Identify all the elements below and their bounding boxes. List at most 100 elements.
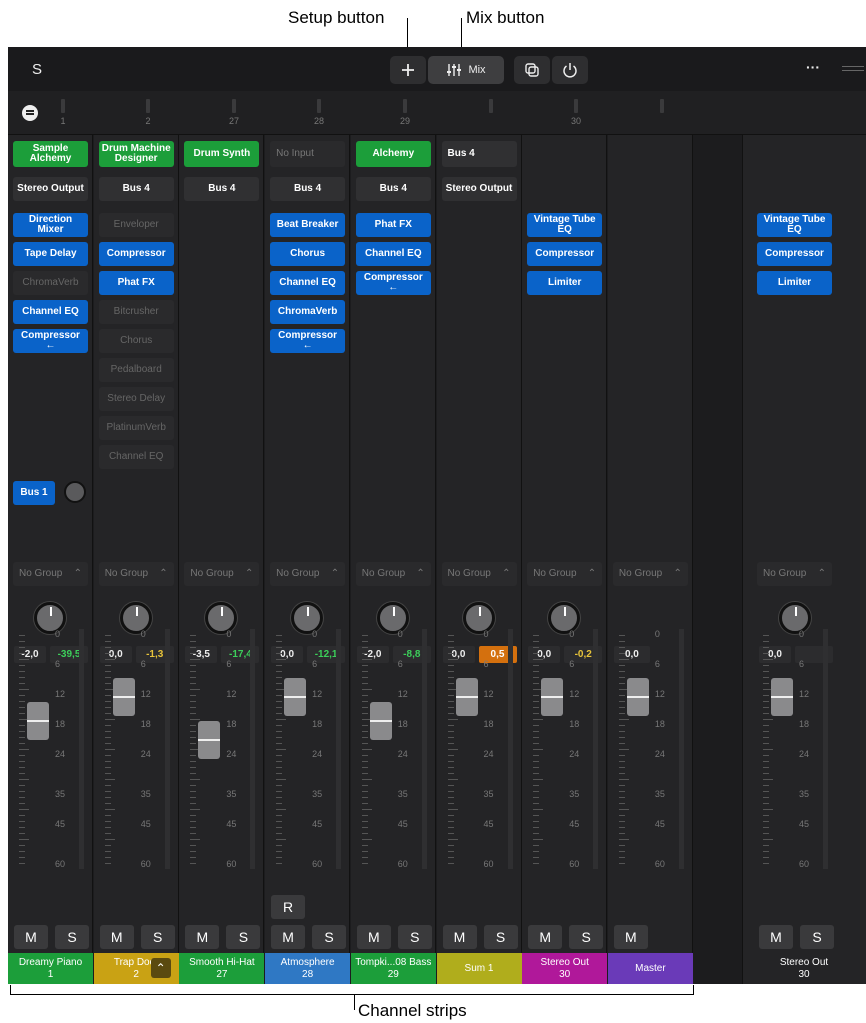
volume-fader[interactable]: 0 6 12 18 24 35 45 60: [613, 625, 688, 885]
setup-button[interactable]: [390, 56, 426, 84]
track-name-label[interactable]: Tompki...08 Bass 29: [350, 953, 436, 984]
solo-button[interactable]: S: [397, 925, 432, 949]
solo-button[interactable]: S: [569, 925, 604, 949]
plugin-slot[interactable]: Tape Delay: [13, 242, 88, 266]
input-slot[interactable]: Drum Machine Designer: [98, 141, 174, 167]
send-slot[interactable]: Bus 1: [13, 481, 55, 505]
plugin-slot[interactable]: PlatinumVerb: [98, 416, 174, 440]
plugin-slot[interactable]: Compressor ←: [13, 329, 88, 353]
volume-fader[interactable]: 0 6 12 18 24 35 45 60: [527, 625, 602, 885]
output-slot[interactable]: Bus 4: [270, 177, 346, 201]
plugin-slot[interactable]: Compressor: [98, 242, 174, 266]
plugin-slot[interactable]: ChromaVerb: [270, 300, 346, 324]
mute-button[interactable]: M: [99, 925, 134, 949]
plugin-slot[interactable]: Vintage Tube EQ: [527, 213, 603, 237]
fader-cap[interactable]: [198, 721, 221, 759]
plugin-slot[interactable]: Stereo Delay: [98, 387, 174, 411]
group-selector[interactable]: No Group ⌃: [270, 562, 346, 586]
mute-button[interactable]: M: [14, 925, 48, 949]
track-name-label[interactable]: Smooth Hi-Hat 27: [179, 953, 265, 984]
plugin-slot[interactable]: Compressor: [527, 242, 603, 266]
volume-fader[interactable]: 0 6 12 18 24 35 45 60: [270, 625, 345, 885]
volume-fader[interactable]: 0 6 12 18 24 35 45 60: [442, 625, 517, 885]
group-selector[interactable]: No Group ⌃: [441, 562, 517, 586]
input-slot[interactable]: Bus 4: [441, 141, 517, 167]
plugin-slot[interactable]: Compressor ←: [270, 329, 346, 353]
mute-button[interactable]: M: [759, 925, 793, 949]
collapse-chevron-icon[interactable]: ⌃: [150, 958, 171, 978]
solo-button[interactable]: S: [55, 925, 89, 949]
fader-cap[interactable]: [455, 677, 478, 716]
output-slot[interactable]: Bus 4: [355, 177, 431, 201]
plugin-slot[interactable]: Channel EQ: [13, 300, 88, 324]
fader-cap[interactable]: [369, 701, 392, 740]
fader-cap[interactable]: [27, 701, 49, 740]
track-name-label[interactable]: Atmosphere 28: [265, 953, 351, 984]
plugin-slot[interactable]: Channel EQ: [355, 242, 431, 266]
plugin-slot[interactable]: ChromaVerb: [13, 271, 88, 295]
track-name-label[interactable]: Stereo Out 30: [757, 953, 851, 984]
solo-button[interactable]: S: [800, 925, 834, 949]
fader-cap[interactable]: [771, 677, 793, 716]
group-selector[interactable]: No Group ⌃: [612, 562, 688, 586]
output-slot[interactable]: Bus 4: [98, 177, 174, 201]
track-name-label[interactable]: Dreamy Piano 1: [8, 953, 93, 984]
track-name-label[interactable]: Stereo Out 30: [522, 953, 608, 984]
volume-fader[interactable]: 0 6 12 18 24 35 45 60: [99, 625, 174, 885]
track-name-label[interactable]: Master: [607, 953, 693, 984]
more-button[interactable]: ···: [806, 59, 820, 75]
output-slot[interactable]: Stereo Output: [13, 177, 88, 201]
group-selector[interactable]: No Group ⌃: [98, 562, 174, 586]
mute-button[interactable]: M: [613, 925, 648, 949]
handle-icon[interactable]: [842, 66, 864, 67]
plugin-slot[interactable]: Channel EQ: [98, 445, 174, 469]
solo-button[interactable]: S: [483, 925, 518, 949]
mute-button[interactable]: M: [442, 925, 477, 949]
input-slot[interactable]: Alchemy: [355, 141, 431, 167]
plugin-slot[interactable]: Chorus: [98, 329, 174, 353]
input-slot[interactable]: Drum Synth: [184, 141, 260, 167]
group-selector[interactable]: No Group ⌃: [355, 562, 431, 586]
mute-button[interactable]: M: [356, 925, 391, 949]
plugin-slot[interactable]: Phat FX: [98, 271, 174, 295]
plugin-slot[interactable]: Channel EQ: [270, 271, 346, 295]
plugin-slot[interactable]: Pedalboard: [98, 358, 174, 382]
power-button[interactable]: [552, 56, 588, 84]
volume-fader[interactable]: 0 6 12 18 24 35 45 60: [356, 625, 431, 885]
group-selector[interactable]: No Group ⌃: [184, 562, 260, 586]
mute-button[interactable]: M: [271, 925, 306, 949]
output-slot[interactable]: Bus 4: [184, 177, 260, 201]
toolbar-left-label[interactable]: S: [32, 61, 42, 78]
send-level-knob[interactable]: [64, 481, 86, 503]
plugin-slot[interactable]: Direction Mixer: [13, 213, 88, 237]
mute-button[interactable]: M: [185, 925, 220, 949]
volume-fader[interactable]: 0 6 12 18 24 35 45 60: [184, 625, 259, 885]
solo-button[interactable]: S: [226, 925, 261, 949]
plugin-slot[interactable]: Enveloper: [98, 213, 174, 237]
plugin-slot[interactable]: Chorus: [270, 242, 346, 266]
plugin-slot[interactable]: Compressor ←: [355, 271, 431, 295]
plugin-slot[interactable]: Bitcrusher: [98, 300, 174, 324]
filter-icon[interactable]: [22, 105, 38, 121]
volume-fader[interactable]: 0 6 12 18 24 35 45 60: [757, 625, 832, 885]
record-enable-button[interactable]: R: [271, 895, 306, 919]
input-slot[interactable]: Sample Alchemy: [13, 141, 88, 167]
output-slot[interactable]: Stereo Output: [441, 177, 517, 201]
plugin-slot[interactable]: Limiter: [527, 271, 603, 295]
fader-cap[interactable]: [284, 677, 307, 716]
group-selector[interactable]: No Group ⌃: [13, 562, 88, 586]
solo-button[interactable]: S: [140, 925, 175, 949]
copy-button[interactable]: [514, 56, 550, 84]
plugin-slot[interactable]: Beat Breaker: [270, 213, 346, 237]
group-selector[interactable]: No Group ⌃: [527, 562, 603, 586]
volume-fader[interactable]: 0 6 12 18 24 35 45 60: [13, 625, 88, 885]
input-slot[interactable]: No Input: [270, 141, 346, 167]
plugin-slot[interactable]: Phat FX: [355, 213, 431, 237]
solo-button[interactable]: S: [312, 925, 347, 949]
mute-button[interactable]: M: [528, 925, 563, 949]
track-name-label[interactable]: Trap Door 2 ⌃: [93, 953, 179, 984]
mix-button[interactable]: Mix: [428, 56, 504, 84]
track-name-label[interactable]: Sum 1: [436, 953, 522, 984]
fader-cap[interactable]: [626, 677, 649, 716]
fader-cap[interactable]: [112, 677, 135, 716]
